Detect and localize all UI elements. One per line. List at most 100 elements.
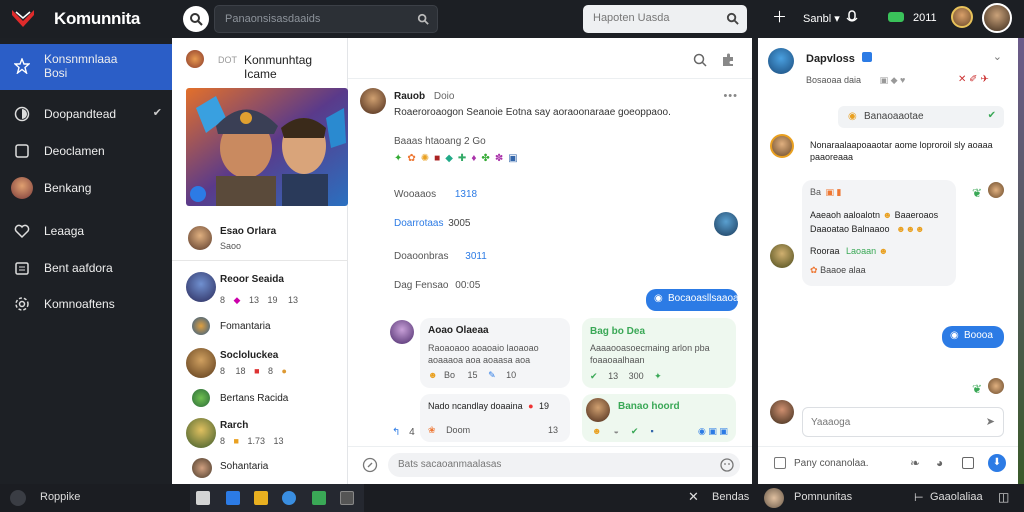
composer-input[interactable]: Bats sacaoanmaalasas (388, 453, 740, 477)
close-label: Bendas (712, 491, 750, 503)
comment-actions: ◉ ▣ ▣ (698, 426, 728, 436)
reply-input[interactable]: Yaaaoga ➤ (802, 407, 1004, 437)
comment-card[interactable]: Aoao Olaeaa Raoaoaoo aoaoaio laoaoao aoa… (420, 318, 570, 388)
user-avatar[interactable] (192, 458, 212, 478)
sent-pill[interactable]: ◉ Boooa (942, 326, 1004, 348)
comment-avatar[interactable] (586, 398, 610, 422)
sidebar-item-label: Leaaga (44, 224, 85, 238)
user-avatar[interactable] (192, 317, 210, 335)
comment-card[interactable]: Banao hoord ☻ ◒ ✔ ▪ ◉ ▣ ▣ (582, 394, 736, 442)
stat-line: Wooaaos 1318 (394, 189, 477, 200)
divider (172, 260, 348, 261)
main-feed: Rauob Doio ••• Roaeroroaogon Seanoie Eot… (348, 38, 752, 484)
contact-avatar[interactable] (768, 48, 794, 74)
message-avatar[interactable] (770, 134, 794, 158)
sidebar-item-likes[interactable]: Leaaga (0, 215, 172, 247)
hero-image[interactable] (186, 88, 348, 206)
top-bar: Komunnita Panaonsisasdaaids Hapoten Uasd… (0, 0, 1024, 38)
browser-app-icon[interactable] (226, 491, 240, 505)
sidebar-item-settings[interactable]: Komnoaftens (0, 288, 172, 320)
user-avatar[interactable] (186, 224, 214, 252)
composer-placeholder: Bats sacaoanmaalasas (398, 459, 502, 470)
start-icon[interactable] (10, 490, 26, 506)
gallery-icon[interactable] (962, 457, 974, 469)
message-card[interactable]: Ba ▣ ▮ Aaeaoh aaloalotn ☻ Baaeroaos Daao… (802, 180, 956, 286)
message-avatar[interactable] (770, 244, 794, 268)
sidebar-item-documents[interactable]: Deoclamen (0, 135, 172, 167)
community-avatar[interactable] (186, 50, 204, 68)
emoji-icon[interactable]: ◕ (936, 456, 943, 470)
app-avatar[interactable] (764, 488, 784, 508)
avatar-icon (11, 177, 33, 199)
grid-app-icon[interactable] (196, 491, 210, 505)
user-avatar[interactable] (186, 272, 216, 302)
send-button[interactable]: ⬇ (988, 454, 1006, 472)
comment-meta: ❀ Doom (428, 425, 471, 435)
green-app-icon[interactable] (312, 491, 326, 505)
sidebar-item-events[interactable]: Bent aafdora (0, 252, 172, 284)
notifications-avatar[interactable] (951, 6, 973, 28)
display-icon[interactable]: ◫ (998, 490, 1009, 504)
search-input[interactable]: Panaonsisasdaaids (214, 5, 438, 33)
list-item-meta: 8 ◆ 13 19 13 (220, 295, 299, 305)
chat-footer-input[interactable]: Pany conanolaa. (794, 458, 869, 469)
mic-icon[interactable] (846, 10, 858, 26)
search-button[interactable] (183, 6, 209, 32)
reply-icon[interactable]: ↰ (392, 427, 400, 438)
reply-pill-button[interactable]: ◉ Bocaoasllsaaoa (646, 289, 739, 311)
app-label[interactable]: Pomnunitas (794, 491, 852, 503)
meta-value: Bo (444, 370, 456, 380)
check-icon: ✔ (152, 107, 162, 119)
brand-logo-icon[interactable] (10, 7, 36, 29)
user-avatar[interactable] (192, 389, 210, 407)
more-options-icon[interactable]: ••• (723, 90, 738, 102)
emoji-icon[interactable] (720, 458, 734, 472)
list-item-name: Rarch (220, 420, 249, 431)
sidebar-item-ranking[interactable]: Benkang (0, 172, 172, 204)
shield-icon (14, 106, 30, 122)
chat-actions-icons[interactable]: ✕ ✐ ✈ (958, 74, 989, 85)
folder-app-icon[interactable] (254, 491, 268, 505)
message-line: Rooraa Laoaan ☻ (810, 246, 889, 256)
plus-icon[interactable]: ＋ (772, 10, 787, 26)
start-label[interactable]: Roppike (40, 491, 80, 503)
community-list-panel: DOT Konmunhtag Icame Esao Orlara Saoo Re… (172, 38, 348, 484)
close-icon[interactable]: ✕ (688, 489, 699, 505)
notif-icon[interactable]: ⊢ (914, 491, 924, 504)
chrome-app-icon[interactable] (282, 491, 296, 505)
user-avatar[interactable] (186, 418, 216, 448)
system-pill-label: Banaoaaotae (864, 111, 924, 122)
sticker-icon[interactable]: ❧ (910, 456, 920, 470)
sidebar-item-community[interactable]: Konsnmnlaaa Bosi (0, 44, 172, 90)
comment-avatar[interactable] (390, 320, 414, 344)
image-icon[interactable] (774, 457, 786, 469)
puzzle-icon[interactable] (720, 52, 736, 68)
user-menu[interactable]: Sanbl ▾ (803, 12, 840, 25)
sidebar-item-dashboard[interactable]: Doopandtead ✔ (0, 98, 172, 130)
message-avatar[interactable] (988, 378, 1004, 394)
message-avatar[interactable] (988, 182, 1004, 198)
message-avatar[interactable] (770, 400, 794, 424)
comment-value: 19 (539, 401, 550, 411)
user-avatar[interactable] (186, 348, 216, 378)
meta-value: 13 (608, 371, 619, 381)
message-line: ✿ Baaoe alaa (810, 265, 866, 275)
comment-card[interactable]: Nado ncandlay doaaina ● 19 ❀ Doom 13 (420, 394, 570, 442)
stat-line: Doarrotaas 3005 (394, 218, 471, 229)
chat-panel: Dapvloss ⌄ Bosaoaa daia ▣ ◆ ♥ ✕ ✐ ✈ ◉ Ba… (758, 38, 1020, 484)
search-icon (417, 13, 429, 25)
send-icon[interactable]: ➤ (986, 415, 995, 428)
comment-card[interactable]: Bag bo Dea Aaaaooasoecmaing arlon pba fo… (582, 318, 736, 388)
participant-avatar[interactable] (714, 212, 738, 236)
post-author-avatar[interactable] (360, 88, 386, 114)
sidebar-item-subtitle: Bosi (44, 66, 68, 80)
profile-avatar[interactable] (982, 3, 1012, 33)
chevron-down-icon[interactable]: ⌄ (993, 50, 1002, 63)
reply-pill-label: Bocaoasllsaaoa (668, 293, 739, 304)
attach-icon[interactable] (362, 457, 378, 473)
comment-meta: ☻ Bo 15 ✎ 10 (428, 370, 517, 380)
secondary-search-input[interactable]: Hapoten Uasda (583, 5, 747, 33)
search-icon[interactable] (693, 53, 707, 67)
window-app-icon[interactable] (340, 491, 354, 505)
sidebar-item-label: Bent aafdora (44, 261, 113, 275)
